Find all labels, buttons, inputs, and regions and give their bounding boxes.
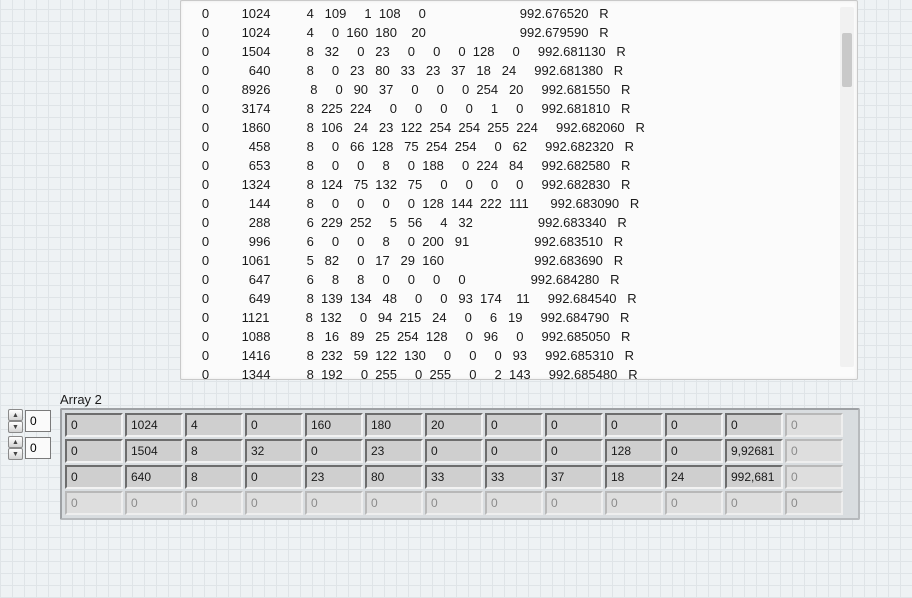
array-2-control: [60, 408, 860, 520]
array-cell: [785, 465, 843, 489]
array-cell: [305, 491, 363, 515]
array-cell[interactable]: [65, 465, 123, 489]
array-cell: [785, 439, 843, 463]
index-1-spinner[interactable]: ▲ ▼: [8, 436, 23, 460]
array-row: [65, 439, 855, 463]
array-cell[interactable]: [305, 413, 363, 437]
array-cell: [485, 491, 543, 515]
array-cell[interactable]: [125, 465, 183, 489]
array-label: Array 2: [60, 392, 102, 407]
log-text-display: 0 1024 4 109 1 108 0 992.676520 R 0 1024…: [180, 0, 858, 380]
array-cell[interactable]: [545, 439, 603, 463]
array-row: [65, 491, 855, 515]
array-cell: [665, 491, 723, 515]
array-cell[interactable]: [545, 413, 603, 437]
array-cell[interactable]: [605, 413, 663, 437]
array-cell[interactable]: [125, 439, 183, 463]
array-cell: [785, 413, 843, 437]
array-cell: [545, 491, 603, 515]
index-1-input[interactable]: [25, 437, 51, 459]
index-0-up-icon[interactable]: ▲: [8, 409, 23, 421]
array-cell[interactable]: [545, 465, 603, 489]
array-cell[interactable]: [245, 413, 303, 437]
array-cell[interactable]: [725, 413, 783, 437]
array-cell[interactable]: [305, 465, 363, 489]
array-index-controls: ▲ ▼ ▲ ▼: [8, 408, 56, 462]
array-cell[interactable]: [665, 413, 723, 437]
array-cell: [725, 491, 783, 515]
log-scrollbar[interactable]: [840, 7, 854, 367]
array-cell: [425, 491, 483, 515]
array-cell[interactable]: [665, 465, 723, 489]
array-cell[interactable]: [185, 439, 243, 463]
array-cell[interactable]: [125, 413, 183, 437]
array-cell[interactable]: [245, 439, 303, 463]
array-cell[interactable]: [605, 439, 663, 463]
array-cell: [125, 491, 183, 515]
index-0-input[interactable]: [25, 410, 51, 432]
array-cell[interactable]: [185, 465, 243, 489]
array-cell: [605, 491, 663, 515]
array-row: [65, 465, 855, 489]
array-cell[interactable]: [485, 439, 543, 463]
array-cell[interactable]: [365, 439, 423, 463]
array-cell: [65, 491, 123, 515]
array-cell[interactable]: [245, 465, 303, 489]
array-cell[interactable]: [65, 413, 123, 437]
log-scrollbar-thumb[interactable]: [842, 33, 852, 87]
array-cell[interactable]: [305, 439, 363, 463]
array-cell: [245, 491, 303, 515]
array-cell[interactable]: [485, 465, 543, 489]
array-cell[interactable]: [365, 413, 423, 437]
array-cell[interactable]: [485, 413, 543, 437]
array-cell[interactable]: [425, 465, 483, 489]
array-cell[interactable]: [725, 465, 783, 489]
index-1-down-icon[interactable]: ▼: [8, 448, 23, 460]
array-cell[interactable]: [365, 465, 423, 489]
array-cell[interactable]: [725, 439, 783, 463]
array-cell: [785, 491, 843, 515]
array-cell: [185, 491, 243, 515]
array-cell[interactable]: [605, 465, 663, 489]
array-cell[interactable]: [185, 413, 243, 437]
array-row: [65, 413, 855, 437]
array-cell: [365, 491, 423, 515]
array-cell[interactable]: [425, 439, 483, 463]
index-0-spinner[interactable]: ▲ ▼: [8, 409, 23, 433]
array-cell[interactable]: [425, 413, 483, 437]
array-cell[interactable]: [665, 439, 723, 463]
index-1-up-icon[interactable]: ▲: [8, 436, 23, 448]
array-cell[interactable]: [65, 439, 123, 463]
index-0-down-icon[interactable]: ▼: [8, 421, 23, 433]
log-text: 0 1024 4 109 1 108 0 992.676520 R 0 1024…: [191, 4, 851, 384]
